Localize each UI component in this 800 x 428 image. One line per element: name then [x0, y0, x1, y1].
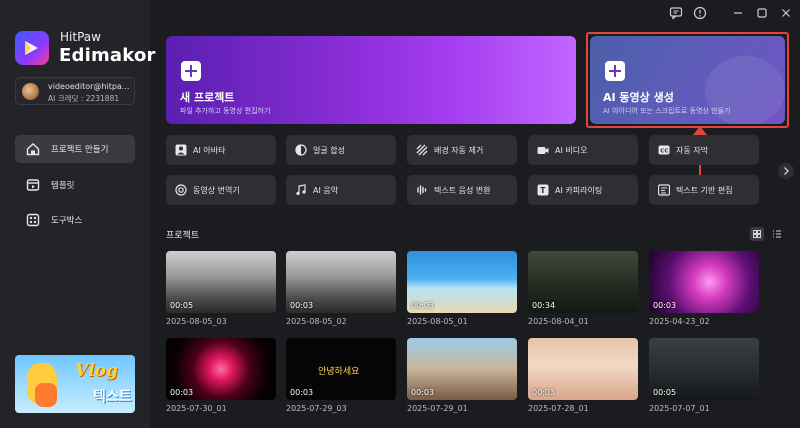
project-duration: 00:05 [170, 301, 194, 310]
project-name: 2025-08-05_03 [166, 317, 227, 326]
music-icon [296, 184, 306, 196]
project-thumbnail: 00:03 [649, 251, 759, 313]
banner-title: Vlog [75, 361, 118, 381]
project-duration: 00:05 [653, 388, 677, 397]
project-duration: 00:03 [653, 301, 677, 310]
project-name: 2025-07-29_01 [407, 404, 468, 413]
tool-ai-music[interactable]: AI 음악 [286, 175, 396, 205]
tool-label: AI 음악 [313, 186, 339, 195]
caption-icon: CC [658, 145, 670, 155]
face-swap-icon [295, 144, 307, 156]
new-project-description: 파일 추가하고 동영상 편집하기 [180, 107, 271, 115]
project-name: 2025-08-05_02 [286, 317, 347, 326]
tool-label: 얼굴 합성 [313, 146, 345, 155]
svg-text:CC: CC [660, 148, 668, 154]
tool-label: 배경 자동 제거 [434, 146, 484, 155]
sidebar-item-label: 템플릿 [51, 181, 75, 191]
banner-subtitle: 텍스트 [93, 389, 132, 405]
feedback-icon[interactable] [669, 6, 683, 20]
tool-auto-caption[interactable]: CC 자동 자막 [649, 135, 759, 165]
project-name: 2025-08-05_01 [407, 317, 468, 326]
project-name: 2025-07-07_01 [649, 404, 710, 413]
project-thumbnail: 00:03 [286, 251, 396, 313]
avatar [22, 83, 39, 100]
sidebar: HitPaw Edimakor videoeditor@hitpa... AI … [0, 0, 155, 428]
project-duration: 00:03 [170, 388, 194, 397]
sidebar-item-label: 도구박스 [51, 216, 83, 226]
sidebar-item-templates[interactable]: 템플릿 [15, 171, 135, 199]
sidebar-item-toolbox[interactable]: 도구박스 [15, 206, 135, 234]
text-edit-icon [658, 184, 670, 196]
svg-text:T: T [540, 186, 546, 195]
maximize-icon[interactable] [755, 6, 769, 20]
project-duration: 00:03 [411, 388, 435, 397]
tool-text-to-speech[interactable]: 텍스트 음성 변환 [407, 175, 517, 205]
project-thumbnail: 안녕하세요 00:03 [286, 338, 396, 400]
sidebar-item-label: 프로젝트 만들기 [51, 145, 109, 155]
update-icon[interactable] [693, 6, 707, 20]
avatar-icon [175, 144, 187, 156]
tool-text-based-edit[interactable]: 텍스트 기반 편집 [649, 175, 759, 205]
tool-label: 동영상 번역기 [193, 186, 240, 195]
promo-banner[interactable]: Vlog 텍스트 [15, 355, 135, 413]
tool-ai-copywriting[interactable]: T AI 카피라이팅 [528, 175, 638, 205]
tool-label: AI 카피라이팅 [555, 186, 603, 195]
project-duration: 00:03 [411, 301, 435, 310]
translate-icon [175, 184, 187, 196]
grid-view-icon[interactable] [750, 227, 764, 241]
background-remove-icon [416, 144, 428, 156]
project-duration: 00:03 [290, 301, 314, 310]
toolbox-icon [26, 213, 40, 227]
project-duration: 00:34 [532, 301, 556, 310]
chevron-right-icon[interactable] [778, 163, 794, 179]
tool-label: 텍스트 음성 변환 [434, 186, 491, 195]
app-logo-icon [15, 31, 49, 65]
plus-icon [181, 61, 201, 81]
tool-label: AI 비디오 [555, 146, 588, 155]
annotation-arrow-head [693, 126, 707, 135]
project-thumbnail: 00:03 [407, 338, 517, 400]
brand-title: Edimakor [59, 45, 156, 66]
home-icon [26, 143, 40, 156]
tool-ai-video[interactable]: AI 비디오 [528, 135, 638, 165]
project-thumbnail: 00:03 [407, 251, 517, 313]
account-panel[interactable]: videoeditor@hitpa... AI 크레딧 : 2231881 [15, 77, 135, 105]
project-thumbnail: 00:34 [528, 251, 638, 313]
copywriting-icon: T [537, 184, 549, 196]
highlight-frame [586, 32, 789, 128]
project-thumbnail: 00:03 [166, 338, 276, 400]
project-name: 2025-07-30_01 [166, 404, 227, 413]
projects-section-title: 프로젝트 [166, 231, 200, 241]
tool-label: 텍스트 기반 편집 [676, 186, 733, 195]
tool-face-swap[interactable]: 얼굴 합성 [286, 135, 396, 165]
project-name: 2025-08-04_01 [528, 317, 589, 326]
tool-background-remove[interactable]: 배경 자동 제거 [407, 135, 517, 165]
account-credits: AI 크레딧 : 2231881 [48, 94, 120, 103]
tool-video-translator[interactable]: 동영상 번역기 [166, 175, 276, 205]
project-thumbnail: 00:05 [649, 338, 759, 400]
project-name: 2025-07-29_03 [286, 404, 347, 413]
project-thumbnail: 00:05 [166, 251, 276, 313]
ai-video-icon [537, 147, 549, 154]
banner-character-body [35, 383, 57, 407]
tool-label: AI 아바타 [193, 146, 226, 155]
project-name: 2025-04-23_02 [649, 317, 710, 326]
list-view-icon[interactable] [770, 227, 784, 241]
thumbnail-overlay-text: 안녕하세요 [318, 367, 360, 377]
sidebar-item-create-project[interactable]: 프로젝트 만들기 [15, 135, 135, 163]
brand-subtitle: HitPaw [60, 30, 101, 44]
new-project-title: 새 프로젝트 [180, 91, 235, 104]
tool-label: 자동 자막 [676, 146, 708, 155]
minimize-icon[interactable] [731, 6, 745, 20]
project-name: 2025-07-28_01 [528, 404, 589, 413]
project-thumbnail: 00:03 [528, 338, 638, 400]
close-icon[interactable] [779, 6, 793, 20]
tool-ai-avatar[interactable]: AI 아바타 [166, 135, 276, 165]
project-duration: 00:03 [532, 388, 556, 397]
project-duration: 00:03 [290, 388, 314, 397]
account-email: videoeditor@hitpa... [48, 82, 130, 91]
tts-icon [417, 185, 427, 195]
template-icon [26, 179, 40, 191]
new-project-card[interactable]: 새 프로젝트 파일 추가하고 동영상 편집하기 [166, 36, 576, 124]
